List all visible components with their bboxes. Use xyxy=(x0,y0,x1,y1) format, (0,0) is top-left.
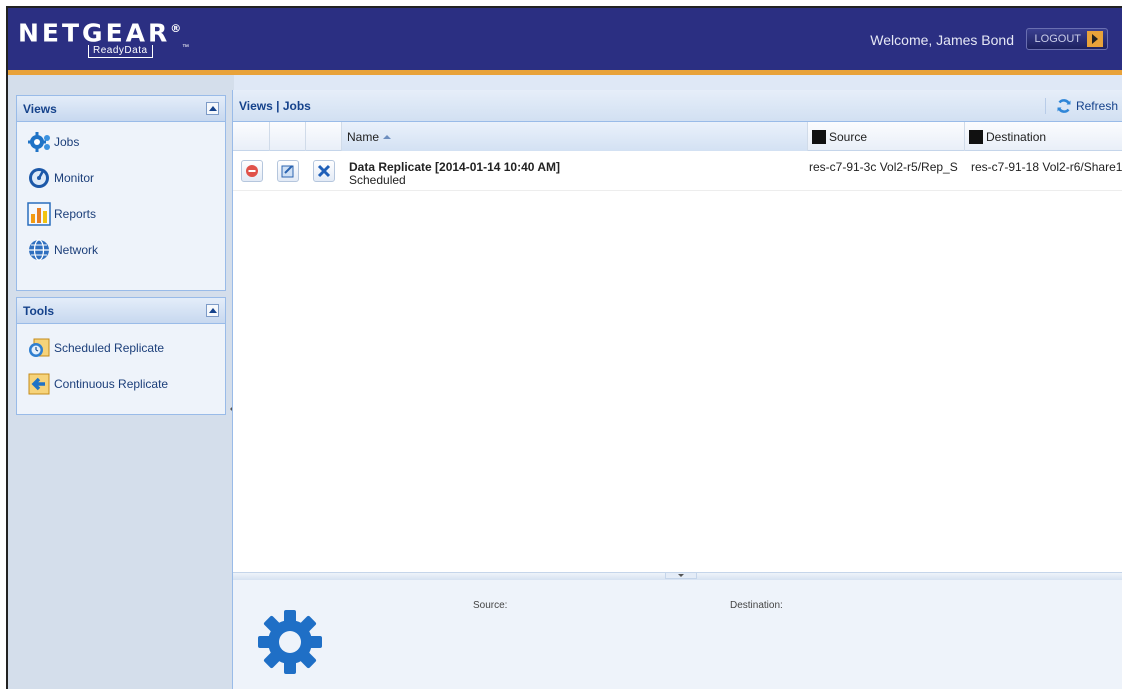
name-column-header[interactable]: Name xyxy=(342,122,808,151)
tools-panel-header[interactable]: Tools xyxy=(17,298,225,324)
job-gear-icon xyxy=(258,610,322,674)
scheduled-replicate-icon xyxy=(27,336,51,360)
view-title-bar: Views | Jobs Refresh xyxy=(233,90,1122,122)
tools-panel-title: Tools xyxy=(23,303,55,318)
jobs-gear-icon xyxy=(27,130,51,154)
breadcrumb: Views | Jobs xyxy=(239,98,311,113)
sort-ascending-icon xyxy=(383,134,392,139)
job-source: res-c7-91-3c Vol2-r5/Rep_S xyxy=(809,160,958,174)
views-panel-header[interactable]: Views xyxy=(17,96,225,122)
edit-job-button[interactable] xyxy=(277,160,299,182)
stop-icon xyxy=(246,165,258,177)
job-destination: res-c7-91-18 Vol2-r6/Share1 xyxy=(971,160,1122,174)
collapse-tools-button[interactable] xyxy=(206,304,219,317)
sidebar-item-label: Network xyxy=(54,243,99,257)
source-column-header[interactable]: Source xyxy=(808,122,965,151)
netgear-readydata-logo: NETGEAR® ReadyData ™ xyxy=(18,18,189,58)
welcome-text: Welcome, James Bond xyxy=(870,32,1014,48)
job-status: Scheduled xyxy=(349,173,406,187)
job-name: Data Replicate [2014-01-14 10:40 AM] xyxy=(349,160,560,174)
chevron-up-icon xyxy=(208,308,217,313)
sidebar-item-label: Reports xyxy=(54,207,97,221)
brand-name: NETGEAR xyxy=(18,18,171,48)
sidebar-item-network[interactable]: Network xyxy=(17,232,225,268)
reports-chart-icon xyxy=(27,202,51,226)
stop-job-button[interactable] xyxy=(241,160,263,182)
destination-column-icon xyxy=(969,129,983,144)
sidebar-item-reports[interactable]: Reports xyxy=(17,196,225,232)
views-panel: Views Jobs Monitor Reports Network xyxy=(16,95,226,291)
source-column-icon xyxy=(812,129,826,144)
jobs-grid-header: Name Source Destination xyxy=(233,122,1122,151)
product-name: ReadyData xyxy=(88,45,153,58)
tools-panel: Tools Scheduled Replicate Continuous Rep… xyxy=(16,297,226,415)
network-globe-icon xyxy=(27,238,51,262)
sidebar-item-label: Scheduled Replicate xyxy=(54,341,165,355)
refresh-label: Refresh xyxy=(1075,98,1118,113)
refresh-button[interactable]: Refresh xyxy=(1044,97,1118,114)
collapse-details-icon[interactable] xyxy=(665,573,697,579)
collapse-views-button[interactable] xyxy=(206,102,219,115)
refresh-icon xyxy=(1057,98,1071,113)
top-header: NETGEAR® ReadyData ™ Welcome, James Bond… xyxy=(8,8,1122,70)
destination-column-header[interactable]: Destination xyxy=(965,122,1122,151)
app-window: NETGEAR® ReadyData ™ Welcome, James Bond… xyxy=(6,6,1122,689)
details-splitter[interactable] xyxy=(233,572,1122,580)
action-column-2 xyxy=(270,122,306,151)
continuous-replicate-icon xyxy=(27,372,51,396)
source-label: Source: xyxy=(473,600,508,611)
sidebar-item-scheduled-replicate[interactable]: Scheduled Replicate xyxy=(17,330,225,366)
monitor-gauge-icon xyxy=(27,166,51,190)
views-panel-title: Views xyxy=(23,101,57,116)
logout-button[interactable]: LOGOUT xyxy=(1026,28,1108,50)
action-column-3 xyxy=(306,122,342,151)
edit-icon xyxy=(281,165,294,178)
delete-x-icon xyxy=(317,164,331,178)
logout-arrow-icon xyxy=(1087,31,1103,47)
sidebar-item-monitor[interactable]: Monitor xyxy=(17,160,225,196)
delete-job-button[interactable] xyxy=(313,160,335,182)
sidebar-item-continuous-replicate[interactable]: Continuous Replicate xyxy=(17,366,225,402)
sidebar-item-jobs[interactable]: Jobs xyxy=(17,124,225,160)
action-column-1 xyxy=(233,122,270,151)
job-details-panel: Source: Destination: xyxy=(233,580,1122,689)
left-sidebar: Views Jobs Monitor Reports Network Tools… xyxy=(8,75,230,689)
sidebar-item-label: Monitor xyxy=(54,171,95,185)
table-row[interactable]: Data Replicate [2014-01-14 10:40 AM] Sch… xyxy=(233,152,1122,191)
chevron-up-icon xyxy=(208,106,217,111)
jobs-view: Views | Jobs Refresh Name Source Destina… xyxy=(232,90,1122,689)
sidebar-item-label: Continuous Replicate xyxy=(54,377,169,391)
sidebar-item-label: Jobs xyxy=(54,135,80,149)
destination-label: Destination: xyxy=(730,600,783,611)
logout-label: LOGOUT xyxy=(1034,33,1081,45)
